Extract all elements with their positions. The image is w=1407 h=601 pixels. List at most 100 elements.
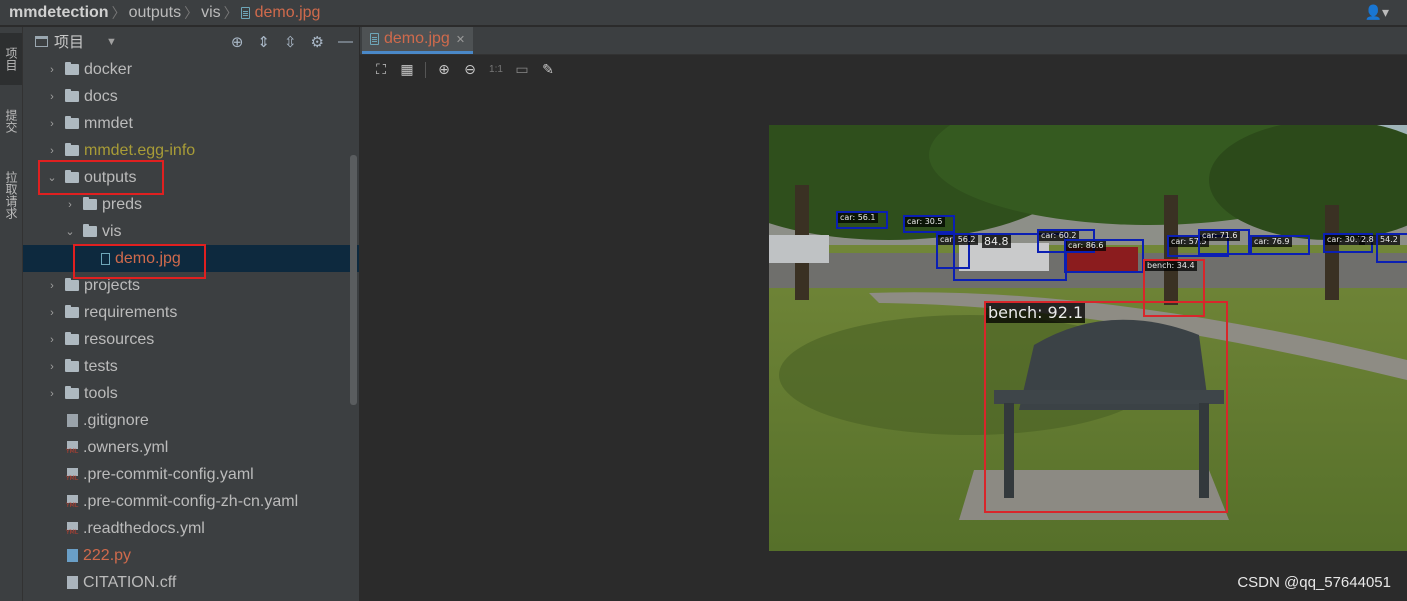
tree-item-label: requirements xyxy=(84,303,178,321)
project-panel-header: 项目 ▼ ⊕ ⇕ ⇳ ⚙ — xyxy=(23,27,359,56)
tree-item-pre-commit-config-zh-cn[interactable]: .pre-commit-config-zh-cn.yaml xyxy=(23,488,359,515)
strip-tab-project[interactable]: 项目 xyxy=(0,33,22,85)
tab-demo-jpg[interactable]: demo.jpg ✕ xyxy=(362,27,474,54)
detection-label: car: 86.6 xyxy=(1066,241,1106,251)
yaml-file-icon xyxy=(66,441,79,455)
detection-box-car: car: 71.6 xyxy=(1198,229,1250,255)
breadcrumb-vis[interactable]: vis xyxy=(201,4,223,22)
locate-icon[interactable]: ⊕ xyxy=(231,33,244,51)
background-icon[interactable]: ▭ xyxy=(509,61,535,78)
chevron-right-icon[interactable]: › xyxy=(46,64,58,76)
detection-label: 54.2 xyxy=(1378,235,1400,245)
editor-tabs: demo.jpg ✕ xyxy=(360,27,1407,55)
chevron-right-icon[interactable]: › xyxy=(46,388,58,400)
strip-tab-pull-requests-label: 拉取请求 xyxy=(4,171,18,219)
tree-item-pre-commit-config[interactable]: .pre-commit-config.yaml xyxy=(23,461,359,488)
zoom-in-icon[interactable]: ⊕ xyxy=(431,61,457,78)
chevron-down-icon: ▼ xyxy=(106,35,117,48)
project-panel: 项目 ▼ ⊕ ⇕ ⇳ ⚙ — › docker › docs › mmdet › xyxy=(23,27,360,601)
strip-tab-pull-requests[interactable]: 拉取请求 xyxy=(0,159,22,231)
detection-box-car: 54.2 xyxy=(1376,233,1407,263)
yaml-file-icon xyxy=(66,468,79,482)
chevron-right-icon[interactable]: › xyxy=(46,91,58,103)
breadcrumb: mmdetection 〉 outputs 〉 vis 〉 demo.jpg 👤… xyxy=(0,0,1407,26)
python-file-icon xyxy=(67,549,78,562)
tree-item-citation[interactable]: CITATION.cff xyxy=(23,569,359,596)
gear-icon[interactable]: ⚙ xyxy=(311,33,324,51)
tree-item-requirements[interactable]: › requirements xyxy=(23,299,359,326)
tree-item-resources[interactable]: › resources xyxy=(23,326,359,353)
folder-icon xyxy=(65,332,79,345)
chevron-right-icon[interactable]: › xyxy=(46,307,58,319)
folder-icon xyxy=(65,170,79,183)
tree-item-label: .pre-commit-config-zh-cn.yaml xyxy=(83,492,299,510)
tree-item-tests[interactable]: › tests xyxy=(23,353,359,380)
tree-item-label: .owners.yml xyxy=(83,438,169,456)
tree-scrollbar[interactable] xyxy=(350,155,357,405)
tree-item-demo-jpg[interactable]: demo.jpg xyxy=(23,245,359,272)
tree-item-label: tests xyxy=(84,357,118,375)
tree-item-label: projects xyxy=(84,276,141,294)
close-icon[interactable]: ✕ xyxy=(456,33,465,46)
git-file-icon xyxy=(67,414,78,427)
detection-label: car: 56.1 xyxy=(838,213,878,223)
tree-item-docker[interactable]: › docker xyxy=(23,56,359,83)
tree-item-label: .gitignore xyxy=(83,411,149,429)
chevron-down-icon[interactable]: ⌄ xyxy=(46,171,58,184)
detection-label: bench: 92.1 xyxy=(986,303,1086,323)
tree-item-label: mmdet.egg-info xyxy=(84,141,196,159)
tree-item-vis[interactable]: ⌄ vis xyxy=(23,218,359,245)
strip-tab-project-label: 项目 xyxy=(4,47,18,71)
breadcrumb-file[interactable]: demo.jpg xyxy=(255,4,323,22)
tree-item-mmdet[interactable]: › mmdet xyxy=(23,110,359,137)
user-menu-icon[interactable]: 👤▾ xyxy=(1365,4,1389,21)
grid-icon[interactable]: ▦ xyxy=(394,61,420,78)
image-toolbar: ⛶ ▦ ⊕ ⊖ 1:1 ▭ ✎ xyxy=(360,55,1407,84)
tree-item-readthedocs[interactable]: .readthedocs.yml xyxy=(23,515,359,542)
expand-all-icon[interactable]: ⇕ xyxy=(257,33,270,51)
tree-item-docs[interactable]: › docs xyxy=(23,83,359,110)
detection-label: 84.8 xyxy=(982,235,1011,248)
fit-to-window-icon[interactable]: ⛶ xyxy=(368,61,394,78)
tree-item-222-py[interactable]: 222.py xyxy=(23,542,359,569)
tree-item-label: preds xyxy=(102,195,143,213)
tree-item-label: docs xyxy=(84,87,118,105)
chevron-right-icon[interactable]: › xyxy=(46,280,58,292)
chevron-down-icon[interactable]: ⌄ xyxy=(64,225,76,238)
tree-item-projects[interactable]: › projects xyxy=(23,272,359,299)
color-picker-icon[interactable]: ✎ xyxy=(535,61,561,78)
tree-item-owners-yml[interactable]: .owners.yml xyxy=(23,434,359,461)
tree-item-label: vis xyxy=(102,222,122,240)
project-view-selector[interactable]: 项目 ▼ xyxy=(35,31,117,52)
folder-icon xyxy=(83,197,97,210)
chevron-right-icon[interactable]: › xyxy=(64,199,76,211)
actual-size-button[interactable]: 1:1 xyxy=(483,64,509,75)
tree-item-label: demo.jpg xyxy=(115,249,181,267)
zoom-out-icon[interactable]: ⊖ xyxy=(457,61,483,78)
chevron-right-icon[interactable]: › xyxy=(46,334,58,346)
chevron-right-icon[interactable]: › xyxy=(46,361,58,373)
tree-item-label: 222.py xyxy=(83,546,132,564)
detection-box-bench: bench: 92.1 xyxy=(984,301,1228,513)
breadcrumb-project[interactable]: mmdetection xyxy=(0,4,111,22)
tree-item-label: .pre-commit-config.yaml xyxy=(83,465,254,483)
tree-item-label: resources xyxy=(84,330,155,348)
detection-box-car: car: 30.5 xyxy=(903,215,955,233)
collapse-all-icon[interactable]: ⇳ xyxy=(284,33,297,51)
tree-item-outputs[interactable]: ⌄ outputs xyxy=(23,164,359,191)
tree-item-preds[interactable]: › preds xyxy=(23,191,359,218)
tree-item-tools[interactable]: › tools xyxy=(23,380,359,407)
tree-item-gitignore[interactable]: .gitignore xyxy=(23,407,359,434)
folder-icon xyxy=(65,89,79,102)
tree-item-label: docker xyxy=(84,60,133,78)
folder-icon xyxy=(65,62,79,75)
breadcrumb-outputs[interactable]: outputs xyxy=(129,4,183,22)
tree-item-mmdet-egg-info[interactable]: › mmdet.egg-info xyxy=(23,137,359,164)
tree-item-label: CITATION.cff xyxy=(83,573,177,591)
detection-label: bench: 34.4 xyxy=(1145,261,1197,271)
chevron-right-icon[interactable]: › xyxy=(46,145,58,157)
folder-icon xyxy=(83,224,97,237)
strip-tab-commit[interactable]: 提交 xyxy=(0,95,22,147)
chevron-right-icon[interactable]: › xyxy=(46,118,58,130)
hide-icon[interactable]: — xyxy=(338,33,353,50)
